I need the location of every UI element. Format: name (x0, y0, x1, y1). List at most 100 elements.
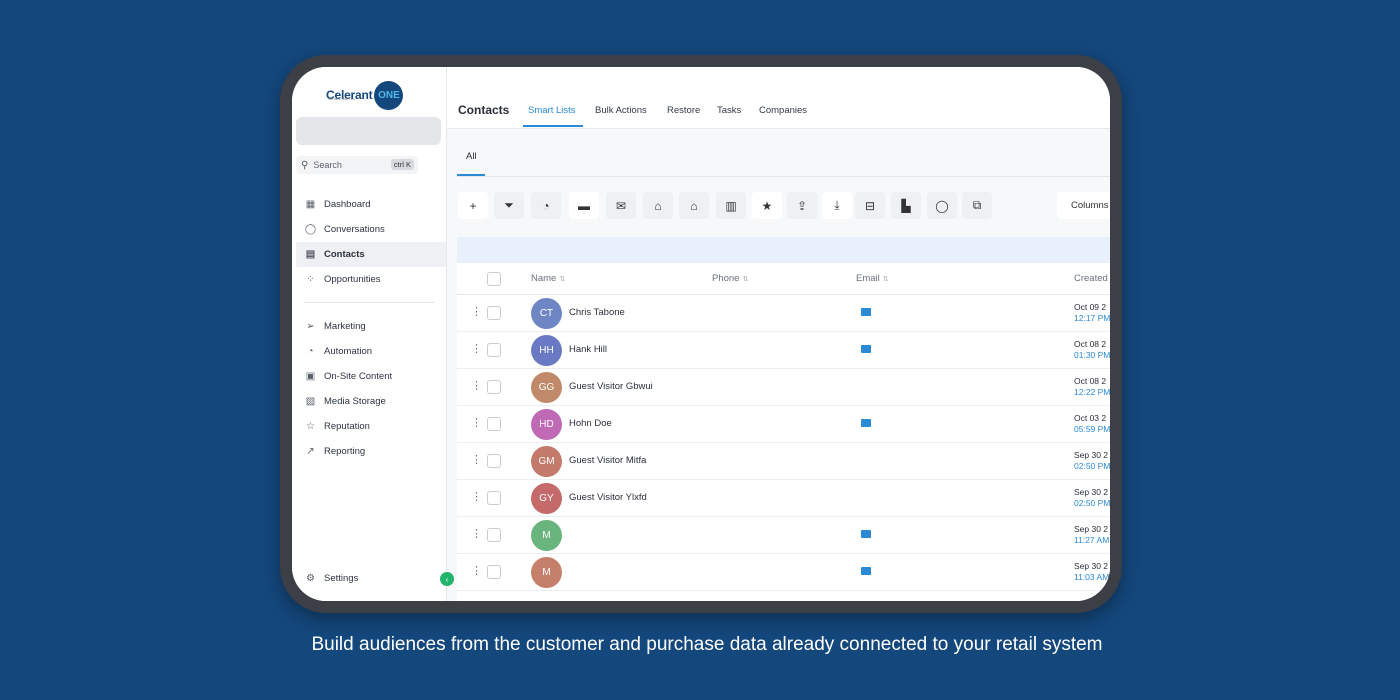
location-switcher[interactable] (296, 117, 441, 145)
search-input[interactable]: ⚲ Search ctrl K (296, 156, 418, 174)
sort-icon: ⇅ (882, 276, 889, 283)
contact-name[interactable]: Guest Visitor Gbwui (569, 381, 653, 392)
row-checkbox[interactable] (487, 380, 501, 394)
sidebar-item-label: Settings (324, 573, 359, 584)
row-menu-icon[interactable]: ⋮ (471, 344, 482, 355)
add-to-campaign-button[interactable]: ⊟ (855, 192, 885, 219)
row-menu-icon[interactable]: ⋮ (471, 529, 482, 540)
collapse-sidebar-button[interactable]: ‹ (440, 572, 454, 586)
column-header-created[interactable]: Created (1074, 273, 1108, 284)
add-contact-button[interactable]: + (458, 192, 488, 219)
table-row[interactable]: ⋮ GY Guest Visitor Ylxfd Sep 30 2 02:50 … (457, 480, 1110, 517)
created-date: Oct 09 2 (1074, 302, 1107, 312)
avatar: GY (531, 483, 562, 514)
tab-smart-lists[interactable]: Smart Lists (528, 105, 576, 116)
app-screen: Celerant ONE Sell More. With Less. ⚲ Sea… (292, 67, 1110, 601)
envelope-icon[interactable] (861, 345, 871, 353)
envelope-icon[interactable] (861, 530, 871, 538)
row-checkbox[interactable] (487, 528, 501, 542)
brand-badge: ONE (374, 80, 404, 110)
sidebar-item-label: Opportunities (324, 274, 381, 285)
contact-name[interactable]: Guest Visitor Mitfa (569, 455, 646, 466)
email-button[interactable]: ✉ (606, 192, 636, 219)
delete-button[interactable]: ▥ (716, 192, 746, 219)
automation-button[interactable]: ◔ (531, 192, 561, 219)
select-all-checkbox[interactable] (487, 272, 501, 286)
sidebar-item-on-site-content[interactable]: ▣ On-Site Content (296, 364, 446, 389)
avatar: GM (531, 446, 562, 477)
sidebar-item-marketing[interactable]: ➢ Marketing (296, 314, 446, 339)
column-header-phone[interactable]: Phone ⇅ (712, 273, 748, 284)
row-checkbox[interactable] (487, 417, 501, 431)
sidebar-item-conversations[interactable]: ◯ Conversations (296, 217, 446, 242)
envelope-icon[interactable] (861, 567, 871, 575)
page-title: Contacts (458, 103, 510, 117)
sidebar-item-automation[interactable]: ◔ Automation (296, 339, 446, 364)
column-header-email[interactable]: Email ⇅ (856, 273, 889, 284)
remove-tag-button[interactable]: ⌂ (679, 192, 709, 219)
created-time: 01:30 PM (1074, 350, 1110, 360)
envelope-icon[interactable] (861, 419, 871, 427)
contact-name[interactable]: Chris Tabone (569, 307, 625, 318)
sidebar-item-reputation[interactable]: ☆ Reputation (296, 414, 446, 439)
row-checkbox[interactable] (487, 306, 501, 320)
row-menu-icon[interactable]: ⋮ (471, 418, 482, 429)
contact-name[interactable]: Guest Visitor Ylxfd (569, 492, 647, 503)
table-row[interactable]: ⋮ GG Guest Visitor Gbwui Oct 08 2 12:22 … (457, 369, 1110, 406)
row-menu-icon[interactable]: ⋮ (471, 455, 482, 466)
table-row[interactable]: ⋮ CT Chris Tabone Oct 09 2 12:17 PM (457, 295, 1110, 332)
table-row[interactable]: ⋮ HD Hohn Doe Oct 03 2 05:59 PM (457, 406, 1110, 443)
filter-button[interactable]: ⏷ (494, 192, 524, 219)
tab-tasks[interactable]: Tasks (717, 105, 741, 116)
avatar: HH (531, 335, 562, 366)
column-header-label: Email (856, 273, 880, 284)
sidebar-item-opportunities[interactable]: ⁘ Opportunities (296, 267, 446, 292)
columns-button[interactable]: Columns (1057, 192, 1110, 219)
tab-bulk-actions[interactable]: Bulk Actions (595, 105, 647, 116)
import-button[interactable]: ⤓ (822, 192, 852, 219)
row-checkbox[interactable] (487, 565, 501, 579)
row-checkbox[interactable] (487, 491, 501, 505)
row-menu-icon[interactable]: ⋮ (471, 566, 482, 577)
column-header-name[interactable]: Name ⇅ (531, 273, 565, 284)
merge-button[interactable]: ⧉ (962, 192, 992, 219)
tag-add-icon: ⌂ (654, 198, 662, 213)
sidebar-item-settings[interactable]: ⚙ Settings (296, 566, 446, 591)
contact-name[interactable]: Hank Hill (569, 344, 607, 355)
review-request-button[interactable]: ★ (752, 192, 782, 219)
subtab-all[interactable]: All (466, 151, 477, 162)
sidebar-item-reporting[interactable]: ↗ Reporting (296, 439, 446, 464)
tab-restore[interactable]: Restore (667, 105, 700, 116)
trend-up-icon: ↗ (306, 446, 315, 457)
whatsapp-button[interactable]: ◯ (927, 192, 957, 219)
sms-button[interactable]: ▬ (569, 192, 599, 219)
row-checkbox[interactable] (487, 454, 501, 468)
sort-icon: ⇅ (742, 276, 749, 283)
row-menu-icon[interactable]: ⋮ (471, 492, 482, 503)
table-row[interactable]: ⋮ GM Guest Visitor Mitfa Sep 30 2 02:50 … (457, 443, 1110, 480)
sidebar-item-contacts[interactable]: ▤ Contacts (296, 242, 446, 267)
search-shortcut: ctrl K (390, 159, 414, 170)
table-row[interactable]: ⋮ M Sep 30 2 11:27 AM (457, 517, 1110, 554)
row-menu-icon[interactable]: ⋮ (471, 307, 482, 318)
sidebar-item-media-storage[interactable]: ▧ Media Storage (296, 389, 446, 414)
table-row[interactable]: ⋮ HH Hank Hill Oct 08 2 01:30 PM (457, 332, 1110, 369)
table-row[interactable]: ⋮ M Sep 30 2 11:03 AM (457, 554, 1110, 591)
row-checkbox[interactable] (487, 343, 501, 357)
sidebar-item-dashboard[interactable]: ▦ Dashboard (296, 192, 446, 217)
contact-name[interactable]: Hohn Doe (569, 418, 612, 429)
filter-icon: ⏷ (504, 198, 514, 212)
add-tag-button[interactable]: ⌂ (643, 192, 673, 219)
tag-remove-icon: ⌂ (690, 198, 698, 213)
company-button[interactable]: ▙ (891, 192, 921, 219)
created-date: Oct 03 2 (1074, 413, 1107, 423)
tab-companies[interactable]: Companies (759, 105, 807, 116)
export-button[interactable]: ⇪ (787, 192, 817, 219)
brand-logo[interactable]: Celerant ONE (326, 80, 404, 110)
envelope-icon[interactable] (861, 308, 871, 316)
row-menu-icon[interactable]: ⋮ (471, 381, 482, 392)
column-header-label: Name (531, 273, 557, 284)
download-icon: ⤓ (834, 198, 840, 212)
created-time: 02:50 PM (1074, 498, 1110, 508)
upload-icon: ⇪ (796, 198, 808, 213)
